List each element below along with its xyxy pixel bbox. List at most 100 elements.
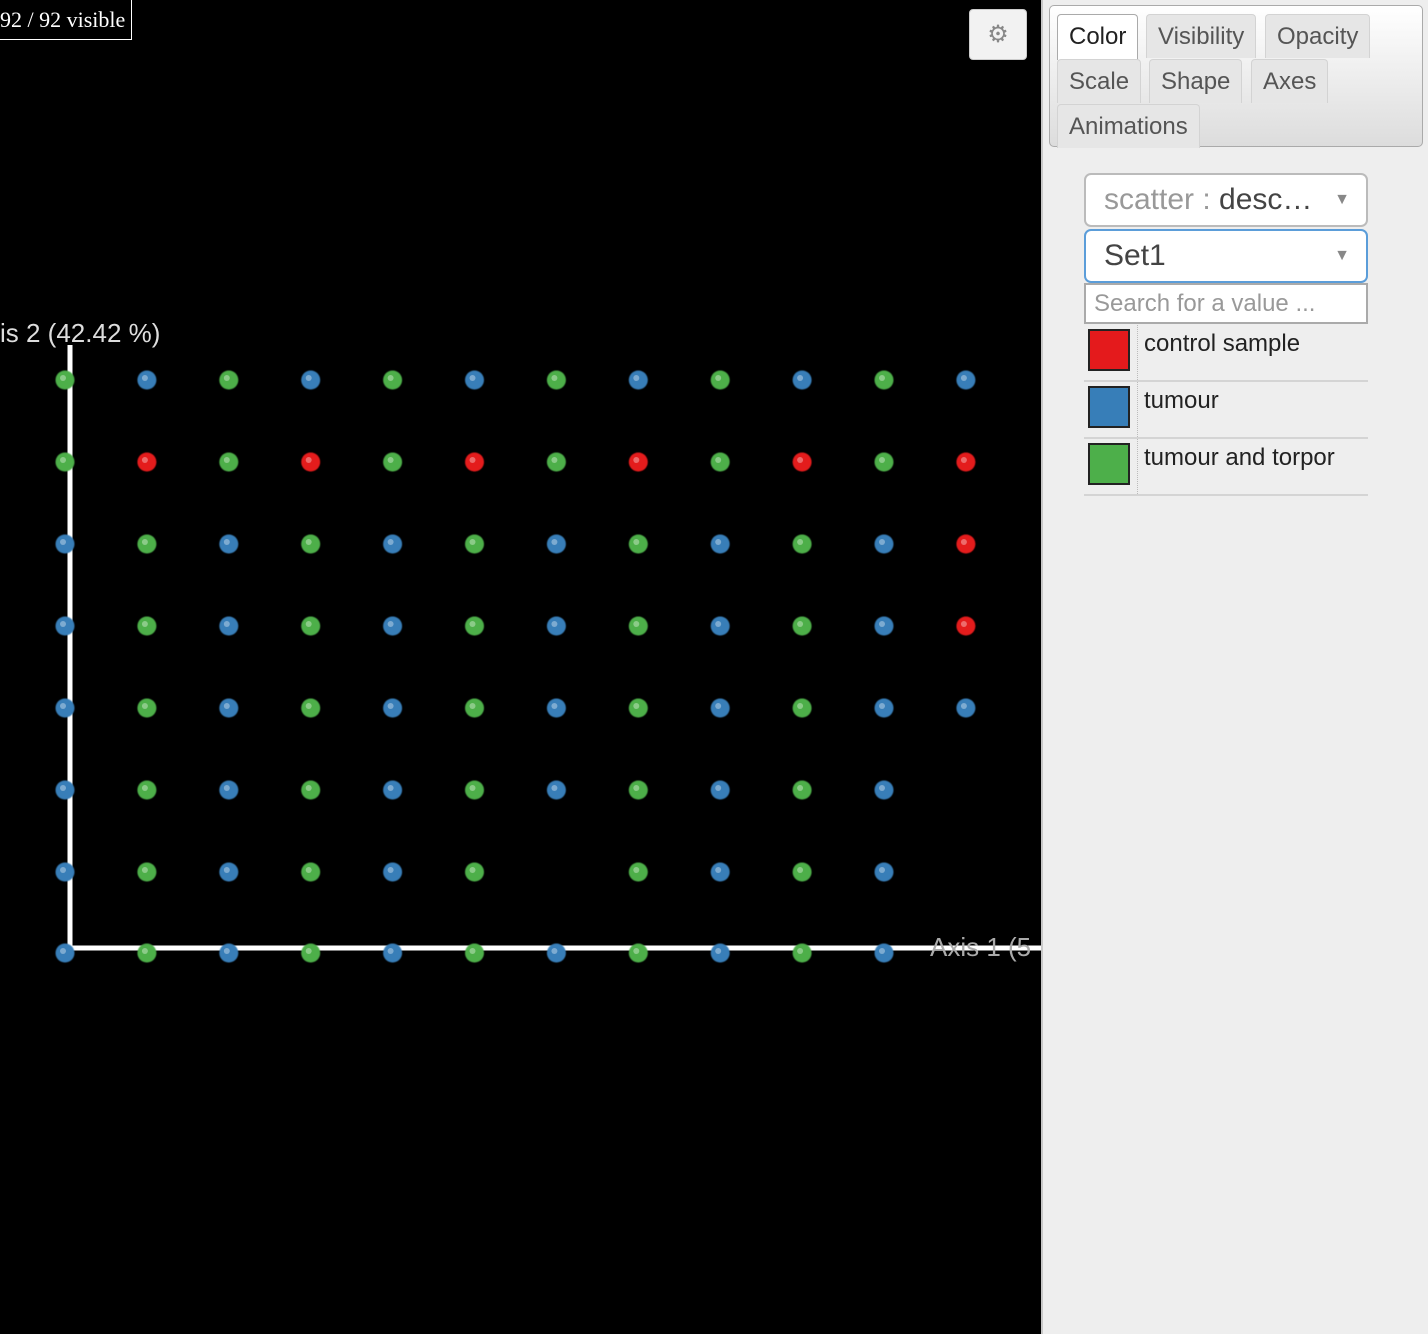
point-highlight — [305, 785, 312, 791]
point-highlight — [633, 375, 640, 381]
point-highlight — [223, 621, 230, 627]
point-highlight — [141, 539, 148, 545]
point-highlight — [223, 785, 230, 791]
point-highlight — [469, 375, 476, 381]
point-highlight — [960, 703, 967, 709]
point-highlight — [633, 703, 640, 709]
legend-label: control sample — [1137, 325, 1368, 380]
palette-select[interactable]: Set1 ▼ — [1084, 229, 1368, 283]
point-highlight — [551, 375, 558, 381]
point-highlight — [879, 948, 885, 954]
search-input[interactable] — [1084, 283, 1368, 324]
point-highlight — [60, 785, 66, 791]
point-highlight — [387, 375, 394, 381]
point-highlight — [60, 867, 66, 873]
scatter-plot-canvas[interactable]: is 2 (42.42 %) Axis 1 (5 92 / 92 visible … — [0, 0, 1041, 1334]
point-highlight — [715, 621, 722, 627]
point-highlight — [60, 457, 66, 463]
legend-label: tumour and torpor — [1137, 439, 1368, 494]
point-highlight — [879, 867, 885, 873]
point-highlight — [551, 948, 558, 954]
tab-opacity[interactable]: Opacity — [1265, 14, 1371, 58]
tab-color[interactable]: Color — [1057, 14, 1139, 60]
point-highlight — [223, 867, 230, 873]
scatter-select-prefix: scatter — [1104, 183, 1195, 216]
point-highlight — [387, 948, 394, 954]
point-highlight — [223, 948, 230, 954]
tab-visibility[interactable]: Visibility — [1146, 14, 1257, 58]
chevron-down-icon: ▼ — [1334, 191, 1350, 208]
point-highlight — [715, 867, 722, 873]
tab-axes[interactable]: Axes — [1251, 59, 1329, 103]
point-highlight — [141, 703, 148, 709]
point-highlight — [469, 539, 476, 545]
point-highlight — [960, 621, 967, 627]
point-highlight — [469, 621, 476, 627]
point-highlight — [305, 375, 312, 381]
point-highlight — [551, 703, 558, 709]
point-highlight — [551, 785, 558, 791]
point-highlight — [879, 621, 885, 627]
point-highlight — [715, 703, 722, 709]
color-swatch[interactable] — [1088, 443, 1130, 485]
point-highlight — [469, 948, 476, 954]
point-highlight — [60, 375, 66, 381]
point-highlight — [551, 457, 558, 463]
scatter-column-select[interactable]: scatter : desc… ▼ — [1084, 173, 1368, 227]
legend-row: control sample — [1084, 325, 1368, 382]
tab-animations[interactable]: Animations — [1057, 104, 1200, 148]
x-axis-label: Axis 1 (5 — [930, 932, 1031, 962]
tab-scale[interactable]: Scale — [1057, 59, 1142, 103]
gear-icon: ⚙ — [987, 21, 1009, 48]
point-highlight — [305, 867, 312, 873]
point-highlight — [387, 621, 394, 627]
settings-button[interactable]: ⚙ — [969, 9, 1027, 60]
point-highlight — [60, 948, 66, 954]
point-highlight — [633, 867, 640, 873]
point-highlight — [305, 457, 312, 463]
point-highlight — [387, 457, 394, 463]
point-highlight — [141, 621, 148, 627]
point-highlight — [469, 785, 476, 791]
point-highlight — [223, 539, 230, 545]
tab-bar: Color Visibility Opacity Scale Shape Axe… — [1049, 5, 1423, 148]
point-highlight — [797, 375, 804, 381]
point-highlight — [797, 457, 804, 463]
point-highlight — [141, 457, 148, 463]
point-highlight — [223, 375, 230, 381]
point-highlight — [633, 457, 640, 463]
point-highlight — [715, 375, 722, 381]
visible-count-label: 92 / 92 visible — [0, 0, 133, 40]
point-highlight — [797, 948, 804, 954]
tab-shape[interactable]: Shape — [1149, 59, 1243, 103]
color-swatch[interactable] — [1088, 329, 1130, 371]
point-highlight — [305, 539, 312, 545]
control-panel: Color Visibility Opacity Scale Shape Axe… — [1041, 0, 1428, 1334]
point-highlight — [797, 867, 804, 873]
point-highlight — [879, 785, 885, 791]
color-swatch[interactable] — [1088, 386, 1130, 428]
point-highlight — [633, 621, 640, 627]
point-highlight — [469, 867, 476, 873]
point-highlight — [879, 703, 885, 709]
point-highlight — [879, 375, 885, 381]
point-highlight — [141, 375, 148, 381]
point-highlight — [141, 948, 148, 954]
point-highlight — [633, 539, 640, 545]
point-highlight — [551, 539, 558, 545]
scatter-plot-svg[interactable]: is 2 (42.42 %) Axis 1 (5 — [0, 0, 1041, 1334]
legend-label: tumour — [1137, 382, 1368, 437]
palette-select-value: Set1 — [1104, 239, 1166, 272]
y-axis-label: is 2 (42.42 %) — [0, 318, 160, 348]
point-highlight — [551, 621, 558, 627]
point-highlight — [633, 948, 640, 954]
point-highlight — [715, 539, 722, 545]
point-highlight — [223, 703, 230, 709]
point-highlight — [879, 539, 885, 545]
point-highlight — [305, 621, 312, 627]
point-highlight — [960, 457, 967, 463]
legend-row: tumour and torpor — [1084, 439, 1368, 496]
point-highlight — [305, 703, 312, 709]
point-highlight — [387, 785, 394, 791]
point-highlight — [305, 948, 312, 954]
